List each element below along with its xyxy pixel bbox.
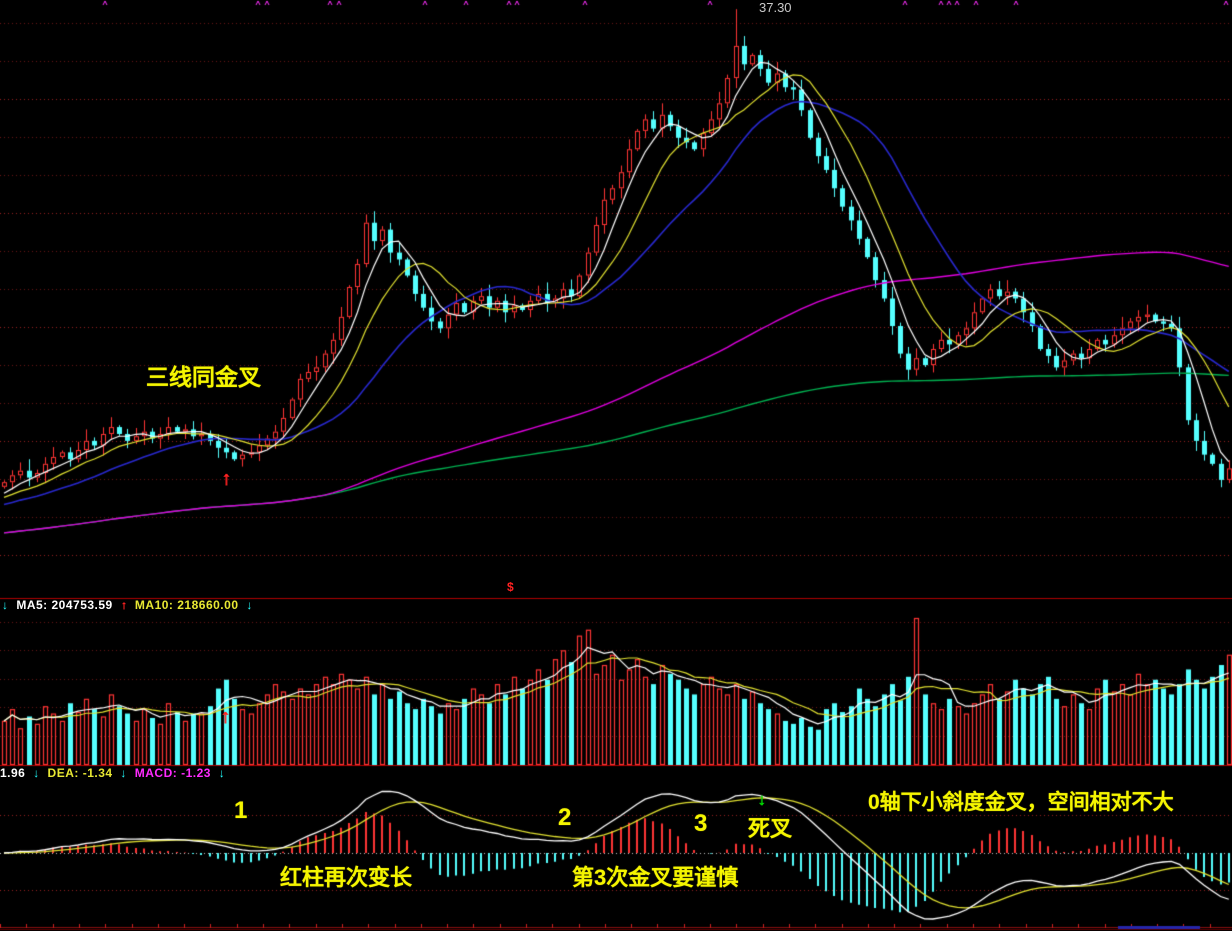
up-arrow-icon: ↑ <box>220 707 230 727</box>
down-arrow-icon: ↓ <box>246 598 253 612</box>
peak-price-label: 37.30 <box>759 1 792 14</box>
annotation-golden-cross-2: 2 <box>558 806 571 830</box>
up-arrow-icon: ↑ <box>221 469 231 489</box>
macd-value-readout: MACD: -1.23 <box>135 766 211 780</box>
volume-ma10-readout: MA10: 218660.00 <box>135 598 239 612</box>
up-arrow-icon: ↑ <box>121 598 128 612</box>
ex-rights-marker: $ <box>507 581 514 593</box>
annotation-golden-cross-3: 3 <box>694 812 707 836</box>
annotation-below-zero-note: 0轴下小斜度金叉，空间相对不大 <box>868 792 1174 813</box>
annotation-three-line-golden-cross: 三线同金叉 <box>146 366 261 389</box>
volume-ma5-readout: MA5: 204753.59 <box>16 598 112 612</box>
stock-chart-window: 37.30 三线同金叉 ↑ $ ↓ MA5: 204753.59 ↑ MA10:… <box>0 0 1232 931</box>
volume-ma-readout: ↓ MA5: 204753.59 ↑ MA10: 218660.00 ↓ <box>2 599 257 611</box>
annotation-third-cross-caution: 第3次金叉要谨慎 <box>572 867 738 889</box>
annotation-death-cross: 死叉 <box>748 818 792 840</box>
down-arrow-icon: ↓ <box>120 766 127 780</box>
annotation-golden-cross-1: 1 <box>234 799 247 823</box>
macd-dif-readout: 1.96 <box>0 766 25 780</box>
macd-readout: 1.96 ↓ DEA: -1.34 ↓ MACD: -1.23 ↓ <box>0 767 229 779</box>
down-arrow-icon: ↓ <box>33 766 40 780</box>
down-arrow-icon: ↓ <box>219 766 226 780</box>
annotation-red-bars-longer: 红柱再次变长 <box>280 867 412 889</box>
macd-dea-readout: DEA: -1.34 <box>48 766 113 780</box>
down-arrow-icon: ↓ <box>757 791 766 808</box>
down-arrow-icon: ↓ <box>2 598 9 612</box>
